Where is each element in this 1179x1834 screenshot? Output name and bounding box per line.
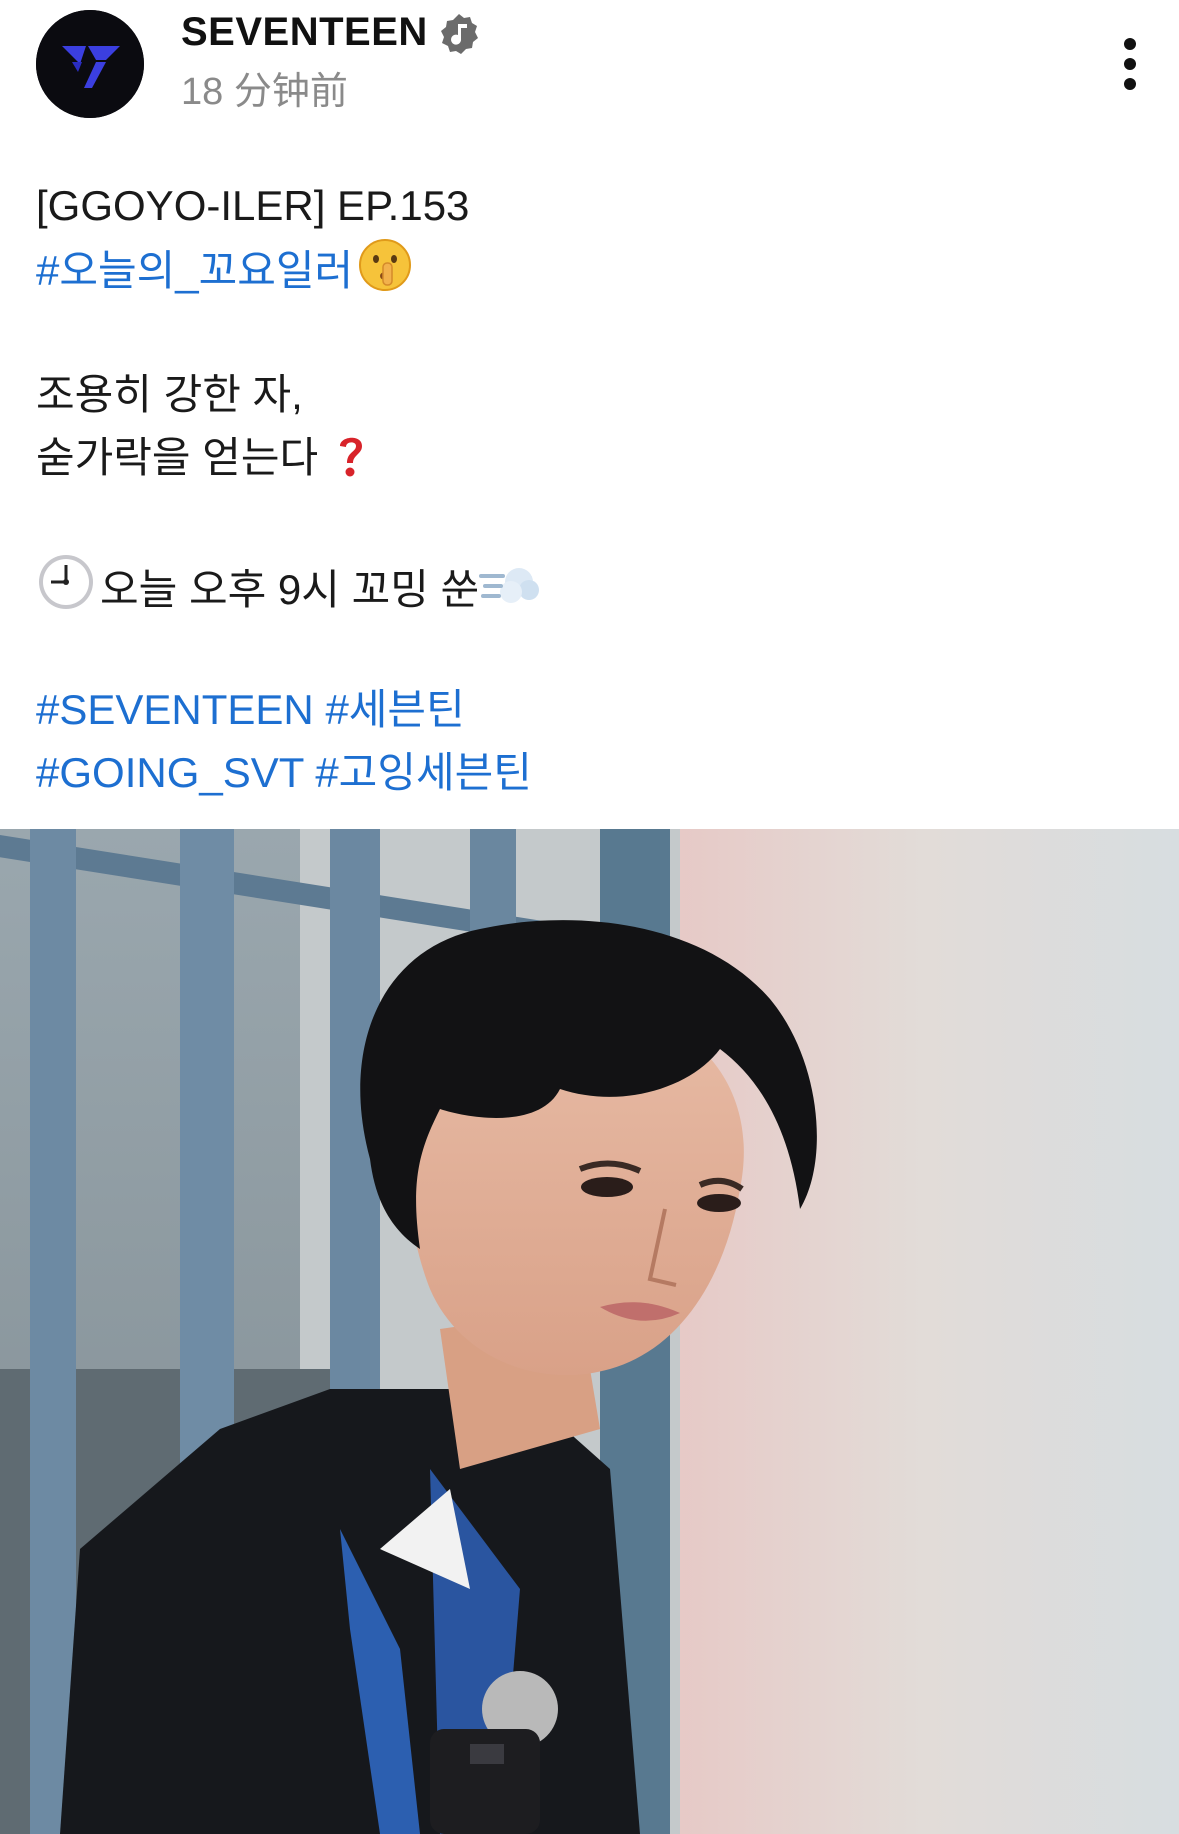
- text-line-2: 조용히 강한 자,: [36, 371, 303, 418]
- hashtag-link[interactable]: #SEVENTEEN: [36, 686, 314, 733]
- post-header: SEVENTEEN 18 分钟前: [0, 0, 1179, 130]
- author-name[interactable]: SEVENTEEN: [181, 8, 428, 56]
- hashtag-link[interactable]: #세븐틴: [325, 686, 464, 733]
- text-line-3-text: 숟가락을 얻는다: [36, 434, 319, 481]
- dash-symbol-icon: [479, 556, 541, 612]
- hashtag-link[interactable]: #오늘의_꼬요일러: [36, 247, 353, 294]
- photo-icon: [0, 829, 1179, 1834]
- text-line-3: 숟가락을 얻는다: [36, 426, 1136, 489]
- hashtag-line-1: #오늘의_꼬요일러: [36, 237, 1136, 300]
- hashtag-row-2: #GOING_SVT #고잉세븐틴: [36, 741, 1136, 804]
- text-line-4: 오늘 오후 9시 꼬밍 쑨: [36, 552, 1136, 615]
- text-line-4-text: 오늘 오후 9시 꼬밍 쑨: [100, 566, 480, 613]
- post-text: [GGOYO-ILER] EP.153 #오늘의_꼬요일러 조용히 강한 자, …: [36, 174, 1136, 804]
- red-question-mark-icon: [334, 432, 368, 480]
- shushing-face-icon: [357, 237, 413, 293]
- hashtag-link[interactable]: #GOING_SVT: [36, 749, 304, 796]
- author-avatar[interactable]: [36, 10, 144, 118]
- more-vertical-icon: [1124, 38, 1136, 90]
- verified-badge-icon: [437, 12, 481, 56]
- post-timestamp: 18 分钟前: [181, 71, 348, 113]
- post-photo[interactable]: [0, 829, 1179, 1834]
- more-options-button[interactable]: [1110, 36, 1150, 92]
- hashtag-link[interactable]: #고잉세븐틴: [315, 749, 532, 796]
- clock-icon: [36, 552, 96, 612]
- hashtag-row-1: #SEVENTEEN #세븐틴: [36, 678, 1136, 741]
- seventeen-logo-icon: [36, 10, 144, 118]
- post-title-line: [GGOYO-ILER] EP.153: [36, 182, 470, 229]
